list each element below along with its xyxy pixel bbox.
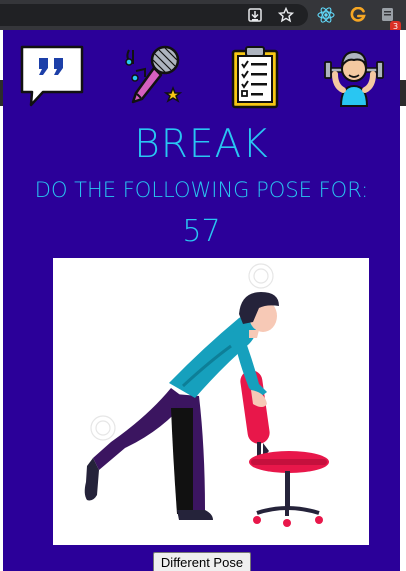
- browser-toolbar: 3: [0, 0, 406, 32]
- workout-icon[interactable]: [321, 44, 387, 110]
- nav-icon-row: [3, 44, 400, 110]
- extension-popup: BREAK DO THE FOLLOWING POSE FOR: 57 Diff…: [3, 30, 400, 571]
- checklist-icon[interactable]: [229, 44, 295, 110]
- extension-g-icon[interactable]: [348, 5, 368, 25]
- background-page-right: [400, 30, 406, 571]
- pose-instruction: DO THE FOLLOWING POSE FOR:: [34, 178, 369, 202]
- react-devtools-icon[interactable]: [316, 5, 336, 25]
- break-title: BREAK: [134, 122, 269, 167]
- star-icon[interactable]: [276, 5, 296, 25]
- different-pose-button[interactable]: Different Pose: [153, 552, 251, 571]
- quote-bubble-icon[interactable]: [19, 44, 85, 110]
- extension-badge-icon[interactable]: 3: [378, 5, 402, 32]
- pose-image: [53, 258, 369, 545]
- countdown-timer: 57: [182, 214, 221, 249]
- download-icon[interactable]: [245, 5, 265, 25]
- microphone-icon[interactable]: [121, 44, 187, 110]
